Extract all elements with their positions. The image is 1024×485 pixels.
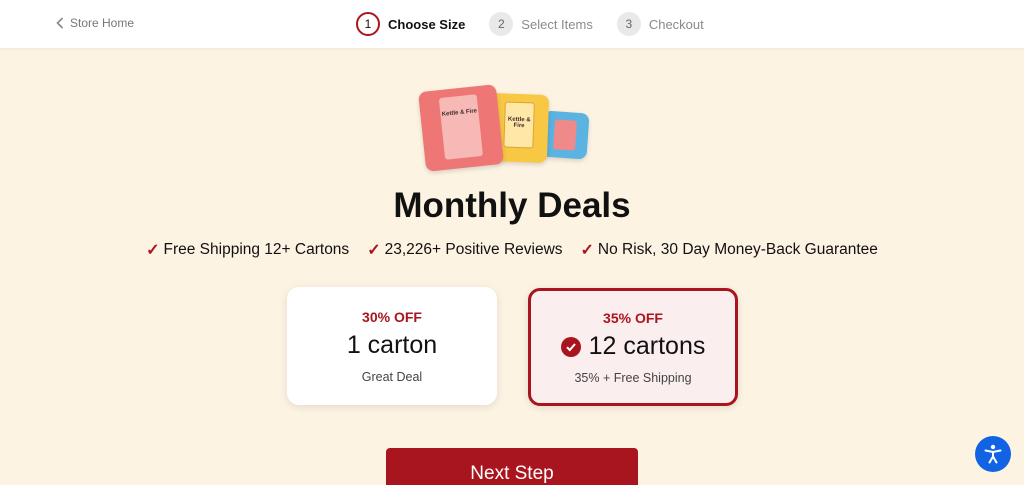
- option-size-label: 12 cartons: [588, 332, 706, 360]
- store-home-label: Store Home: [70, 16, 135, 30]
- option-12-cartons[interactable]: 35% OFF 12 cartons 35% + Free Shipping: [528, 288, 738, 406]
- option-description: 35% + Free Shipping: [574, 371, 692, 385]
- option-size: 12 cartons: [560, 332, 706, 361]
- product-brand-text: Kettle & Fire: [441, 108, 478, 118]
- step-number: 2: [489, 12, 514, 36]
- benefit-label: 23,226+ Positive Reviews: [384, 241, 563, 258]
- benefits-list: ✓ Free Shipping 12+ Cartons ✓ 23,226+ Po…: [0, 240, 1024, 260]
- page-title: Monthly Deals: [393, 186, 631, 225]
- benefit-item: ✓ 23,226+ Positive Reviews: [367, 240, 562, 260]
- product-hero-image: Kettle & Fire Kettle & Fire: [418, 84, 594, 176]
- benefit-label: No Risk, 30 Day Money-Back Guarantee: [597, 241, 878, 258]
- check-circle-icon: [560, 336, 581, 357]
- checkout-steps: 1 Choose Size 2 Select Items 3 Checkout: [356, 12, 728, 36]
- step-number: 3: [616, 12, 641, 36]
- step-select-items[interactable]: 2 Select Items: [489, 12, 593, 36]
- product-pouch: Kettle & Fire: [438, 94, 484, 160]
- product-brand-text: Kettle & Fire: [507, 116, 531, 130]
- check-icon: ✓: [367, 242, 381, 259]
- next-step-button[interactable]: Next Step: [386, 448, 638, 485]
- option-discount: 35% OFF: [603, 310, 663, 326]
- option-size-label: 1 carton: [346, 331, 438, 359]
- option-description: Great Deal: [361, 370, 423, 384]
- accessibility-button[interactable]: [975, 436, 1011, 472]
- step-choose-size[interactable]: 1 Choose Size: [356, 12, 465, 36]
- product-card-pink: Kettle & Fire: [418, 84, 504, 172]
- product-pouch: [552, 119, 578, 151]
- step-label: Choose Size: [388, 16, 466, 32]
- accessibility-icon: [984, 444, 1002, 464]
- step-label: Checkout: [648, 16, 704, 32]
- option-discount: 30% OFF: [362, 309, 422, 325]
- step-label: Select Items: [521, 16, 593, 32]
- chevron-left-icon: [56, 17, 64, 29]
- check-icon: ✓: [580, 242, 594, 259]
- store-home-link[interactable]: Store Home: [56, 16, 134, 30]
- benefit-item: ✓ No Risk, 30 Day Money-Back Guarantee: [581, 240, 878, 260]
- step-checkout[interactable]: 3 Checkout: [616, 12, 704, 36]
- product-pouch: Kettle & Fire: [503, 101, 535, 149]
- check-icon: ✓: [146, 242, 160, 259]
- option-1-carton[interactable]: 30% OFF 1 carton Great Deal: [287, 287, 497, 405]
- benefit-item: ✓ Free Shipping 12+ Cartons: [146, 240, 349, 260]
- step-number: 1: [356, 12, 380, 36]
- option-size: 1 carton: [347, 331, 437, 360]
- benefit-label: Free Shipping 12+ Cartons: [163, 241, 350, 258]
- top-bar: Store Home 1 Choose Size 2 Select Items …: [0, 0, 1024, 48]
